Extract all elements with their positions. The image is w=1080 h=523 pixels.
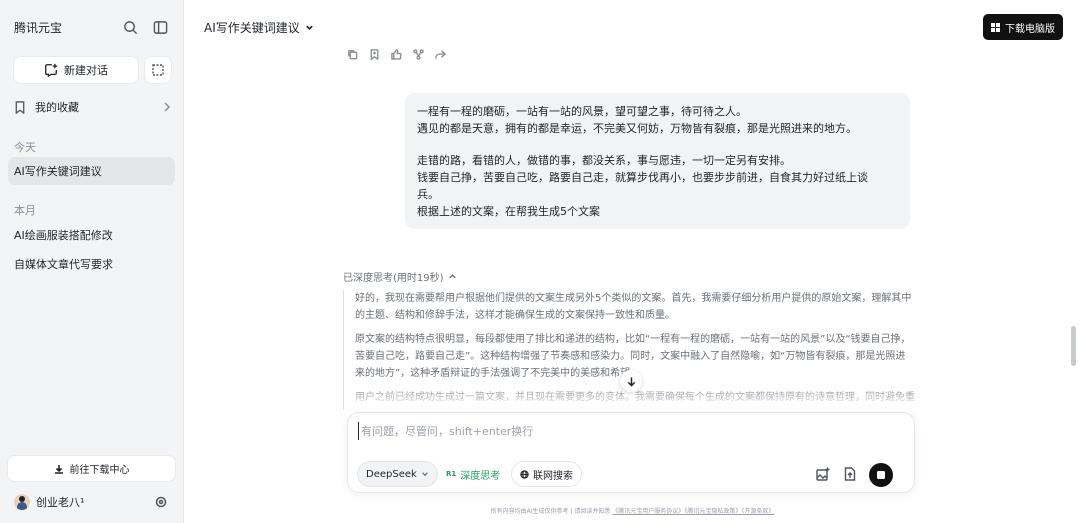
chevron-down-icon: [305, 25, 313, 30]
message-input[interactable]: [358, 422, 898, 440]
download-center-button[interactable]: 前往下载中心: [8, 456, 175, 481]
chevron-right-icon: [164, 102, 171, 112]
message-line: 根据上述的文案，在帮我生成5个文案: [417, 204, 600, 218]
privacy-link[interactable]: 《腾讯元宝隐私政策》: [684, 508, 741, 515]
scroll-to-bottom-button[interactable]: [620, 370, 642, 392]
favorites-link[interactable]: 我的收藏: [14, 98, 172, 116]
new-chat-label: 新建对话: [64, 64, 108, 77]
thinking-header: 已深度思考(用时19秒): [343, 273, 444, 284]
message-line: 兵。: [417, 187, 439, 201]
message-line: 一程有一程的磨砺，一站有一站的风景，望可望之事，待可待之人。: [417, 105, 747, 118]
thinking-paragraph: 用户之前已经成功生成过一篇文案，并且现在需要更多的变体。我需要确保每个生成的文案…: [355, 392, 915, 403]
globe-icon: [520, 469, 529, 479]
chat-title-dropdown[interactable]: AI写作关键词建议: [204, 19, 314, 36]
group-label-today: 今天: [14, 141, 36, 154]
avatar: [14, 494, 30, 510]
history-item-label: AI绘画服装搭配修改: [14, 229, 113, 242]
multi-select-button[interactable]: [145, 57, 171, 83]
user-name: 创业老八¹: [36, 496, 85, 509]
message-line: 钱要自己挣，苦要自己吃，路要自己走，就算步伐再小，也要步步前进，自食其力好过纸上…: [417, 171, 868, 185]
image-upload-icon[interactable]: [815, 466, 831, 482]
download-pc-label: 下载电脑版: [1005, 23, 1055, 35]
history-item-label: 自媒体文章代写要求: [14, 258, 113, 271]
thumbs-up-icon[interactable]: [390, 48, 403, 61]
chevron-up-icon: [448, 274, 456, 279]
sidebar-header: 腾讯元宝: [14, 17, 169, 37]
thinking-content: 好的，我现在需要帮用户根据他们提供的文案生成另外5个类似的文案。首先，我需要仔细…: [343, 290, 915, 410]
bookmark-add-icon[interactable]: [368, 48, 381, 61]
stop-icon: [877, 471, 885, 479]
message-composer: DeepSeek R1 深度思考 联网搜索: [347, 412, 915, 493]
r1-badge: R1: [446, 470, 457, 478]
copy-icon[interactable]: [346, 48, 359, 61]
scrollbar-thumb[interactable]: [1071, 326, 1076, 366]
deep-think-label: 深度思考: [460, 470, 501, 482]
sidebar-toggle-icon[interactable]: [151, 18, 169, 36]
dashed-square-icon: [152, 64, 164, 76]
web-search-toggle[interactable]: 联网搜索: [512, 462, 581, 486]
thinking-paragraph: 好的，我现在需要帮用户根据他们提供的文案生成另外5个类似的文案。首先，我需要仔细…: [355, 293, 912, 321]
new-chat-icon: [45, 63, 58, 77]
web-search-label: 联网搜索: [533, 470, 573, 482]
file-upload-icon[interactable]: [842, 466, 858, 482]
search-icon[interactable]: [121, 18, 139, 36]
new-chat-button[interactable]: 新建对话: [14, 57, 138, 83]
disclaimer-footer: 所有内容均由AI生成仅供参考 | 请阅读并知悉 《腾讯元宝用户服务协议》《腾讯元…: [185, 506, 1080, 515]
app-name: 腾讯元宝: [14, 20, 63, 35]
history-item[interactable]: AI绘画服装搭配修改: [8, 221, 175, 249]
user-profile[interactable]: 创业老八¹: [14, 493, 170, 511]
favorites-label: 我的收藏: [35, 101, 79, 114]
stop-generation-button[interactable]: [869, 463, 893, 487]
user-message-bubble: 一程有一程的磨砺，一站有一站的风景，望可望之事，待可待之人。 遇见的都是天意，拥…: [405, 93, 910, 229]
bookmark-icon: [15, 100, 25, 114]
share-nodes-icon[interactable]: [412, 48, 425, 61]
forward-icon[interactable]: [434, 48, 447, 61]
model-name: DeepSeek: [366, 468, 417, 480]
message-line: 走错的路，看错的人，做错的事，都没关系，事与愿违，一切一定另有安排。: [417, 154, 791, 168]
disclaimer-text: 所有内容均由AI生成仅供参考 | 请阅读并知悉: [490, 508, 611, 515]
chat-main: AI写作关键词建议 下载电脑版 一程有一程的磨砺，一站有一站的风景，望可望之事，…: [185, 0, 1080, 523]
thinking-toggle[interactable]: 已深度思考(用时19秒): [343, 269, 457, 284]
download-pc-button[interactable]: 下载电脑版: [983, 14, 1063, 40]
settings-icon[interactable]: [152, 493, 170, 511]
model-selector[interactable]: DeepSeek: [358, 462, 437, 486]
sidebar: 腾讯元宝 新建对话 我的收藏 今天 AI写作关键词建议 本月 AI绘画服装搭配修…: [0, 0, 184, 523]
download-center-label: 前往下载中心: [69, 465, 130, 476]
history-item[interactable]: 自媒体文章代写要求: [8, 250, 175, 278]
windows-icon: [991, 22, 1000, 32]
group-label-month: 本月: [14, 204, 36, 217]
history-item-label: AI写作关键词建议: [14, 165, 102, 178]
chat-title: AI写作关键词建议: [204, 21, 300, 35]
history-item-active[interactable]: AI写作关键词建议: [8, 157, 175, 185]
deep-think-toggle[interactable]: R1 深度思考: [438, 462, 508, 486]
chevron-down-icon: [421, 472, 428, 477]
arrow-down-icon: [627, 376, 635, 387]
message-line: 遇见的都是天意，拥有的都是幸运，不完美又何妨，万物皆有裂痕，那是光照进来的地方。: [417, 121, 857, 135]
download-icon: [54, 464, 63, 474]
open-source-link[interactable]: 《开源条款》: [741, 508, 774, 515]
message-toolbar: [346, 48, 447, 61]
terms-link[interactable]: 《腾讯元宝用户服务协议》: [612, 508, 684, 515]
